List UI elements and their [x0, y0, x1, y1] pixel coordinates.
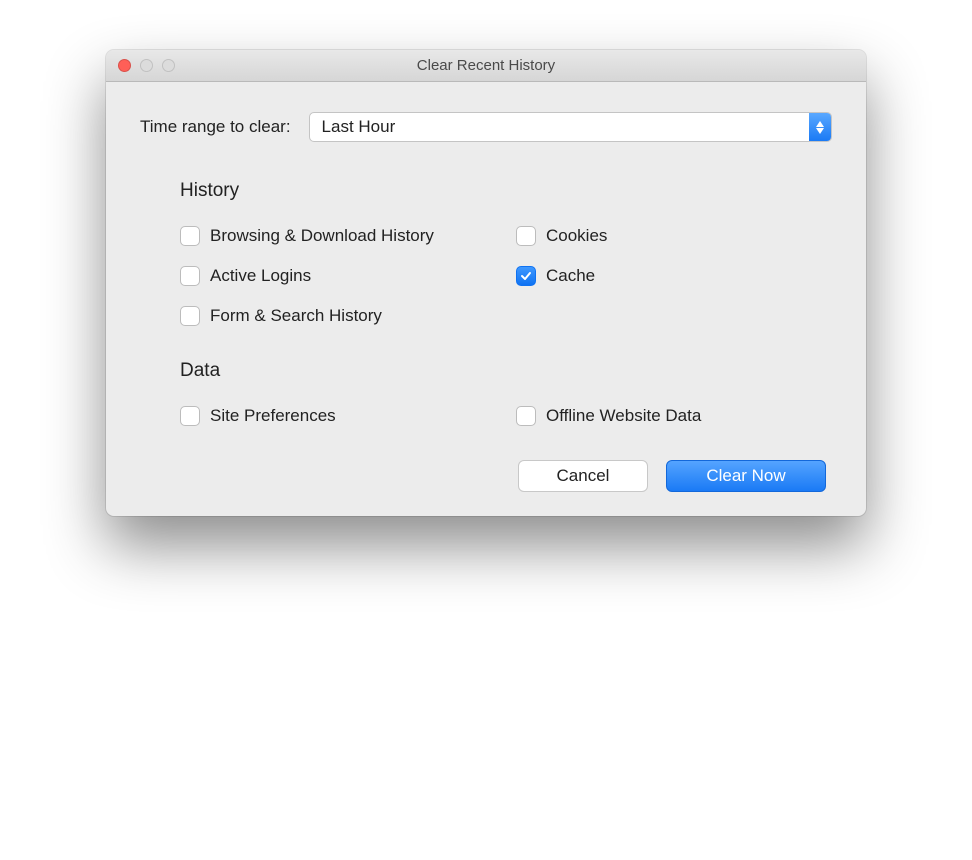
dialog-window: Clear Recent History Time range to clear… — [106, 50, 866, 516]
time-range-select[interactable]: Last Hour — [309, 112, 832, 142]
time-range-row: Time range to clear: Last Hour — [140, 112, 832, 142]
history-options: Browsing & Download History Cookies Acti… — [180, 226, 832, 326]
checkbox-browsing-download-history[interactable]: Browsing & Download History — [180, 226, 496, 246]
titlebar: Clear Recent History — [106, 50, 866, 82]
time-range-value: Last Hour — [322, 117, 396, 137]
checkbox-icon — [516, 226, 536, 246]
minimize-window-icon — [140, 59, 153, 72]
checkbox-icon — [180, 266, 200, 286]
checkbox-icon — [516, 266, 536, 286]
select-stepper-icon — [809, 113, 831, 141]
time-range-label: Time range to clear: — [140, 117, 291, 137]
dialog-content: Time range to clear: Last Hour History B… — [106, 82, 866, 516]
option-label: Form & Search History — [210, 306, 382, 326]
checkbox-icon — [180, 406, 200, 426]
button-label: Clear Now — [706, 466, 785, 486]
option-label: Browsing & Download History — [210, 226, 434, 246]
checkbox-offline-website-data[interactable]: Offline Website Data — [516, 406, 832, 426]
checkbox-cookies[interactable]: Cookies — [516, 226, 832, 246]
option-label: Cookies — [546, 226, 607, 246]
checkbox-form-search-history[interactable]: Form & Search History — [180, 306, 496, 326]
checkbox-active-logins[interactable]: Active Logins — [180, 266, 496, 286]
checkbox-site-preferences[interactable]: Site Preferences — [180, 406, 496, 426]
option-label: Site Preferences — [210, 406, 336, 426]
button-label: Cancel — [557, 466, 610, 486]
history-heading: History — [180, 180, 832, 202]
close-window-icon[interactable] — [118, 59, 131, 72]
cancel-button[interactable]: Cancel — [518, 460, 648, 492]
clear-now-button[interactable]: Clear Now — [666, 460, 826, 492]
button-row: Cancel Clear Now — [140, 460, 832, 492]
checkbox-icon — [180, 226, 200, 246]
checkbox-icon — [516, 406, 536, 426]
option-label: Active Logins — [210, 266, 311, 286]
window-title: Clear Recent History — [106, 57, 866, 74]
data-options: Site Preferences Offline Website Data — [180, 406, 832, 426]
window-controls — [106, 59, 175, 72]
option-label: Cache — [546, 266, 595, 286]
option-label: Offline Website Data — [546, 406, 701, 426]
zoom-window-icon — [162, 59, 175, 72]
checkbox-icon — [180, 306, 200, 326]
data-heading: Data — [180, 360, 832, 382]
checkbox-cache[interactable]: Cache — [516, 266, 832, 286]
